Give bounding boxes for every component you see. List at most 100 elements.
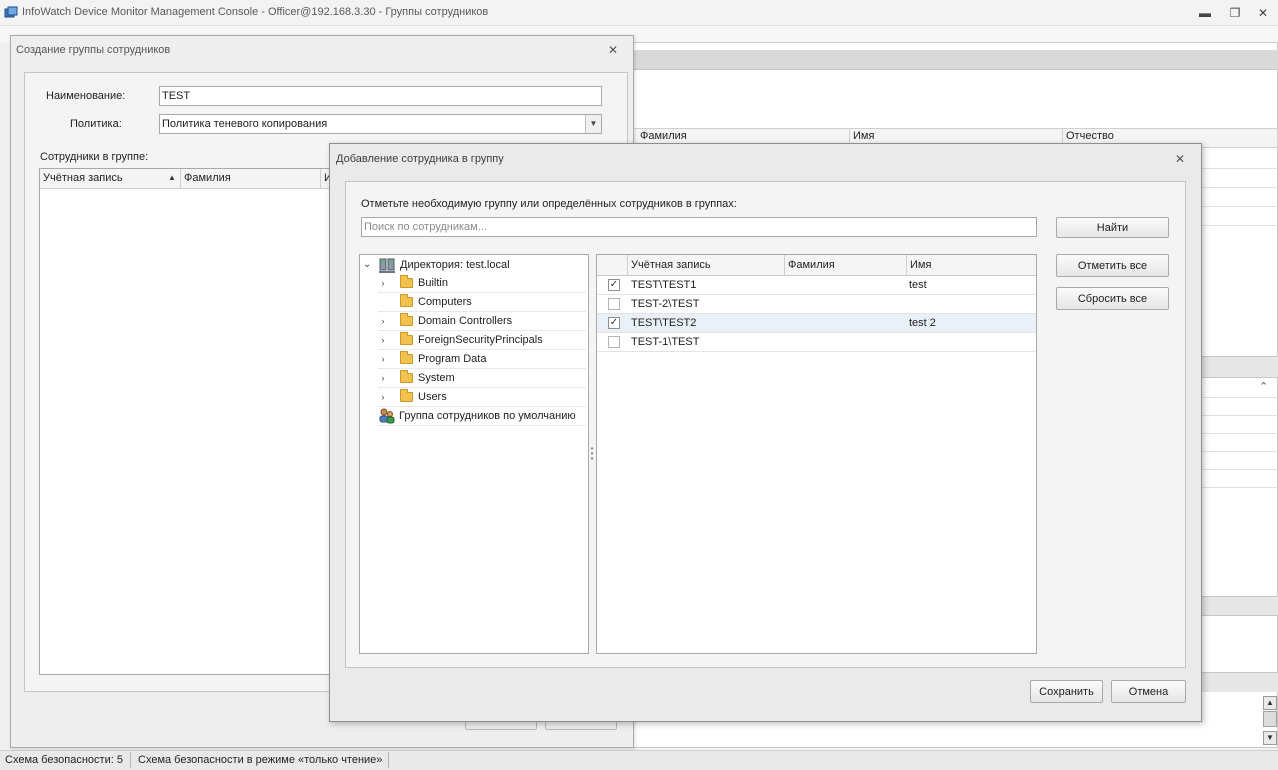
status-separator (388, 752, 389, 768)
bg-detail-row (1201, 397, 1278, 398)
employee-firstname: test 2 (909, 317, 936, 329)
folder-icon (400, 351, 413, 364)
tree-item-foreign-security-principals[interactable]: › ForeignSecurityPrincipals (378, 331, 586, 350)
employee-row[interactable]: ✓ TEST\TEST1 test (597, 276, 1036, 295)
bg-grid-row (1201, 206, 1278, 207)
collapse-icon[interactable]: ⌃ (1259, 380, 1268, 393)
members-column-lastname[interactable]: Фамилия (184, 172, 231, 184)
collapsed-arrow-icon[interactable]: › (378, 335, 388, 345)
minimize-icon[interactable]: ▬ (1196, 5, 1214, 21)
bg-column-firstname[interactable]: Имя (853, 130, 874, 142)
tree-item-label: Program Data (418, 353, 487, 365)
user-group-icon (379, 408, 395, 424)
tree-item-computers[interactable]: Computers (378, 293, 586, 312)
bg-column-middlename[interactable]: Отчество (1066, 130, 1114, 142)
instruction-label: Отметьте необходимую группу или определё… (361, 198, 737, 210)
grid-column-account[interactable]: Учётная запись (628, 255, 711, 276)
scrollbar-thumb[interactable] (1263, 711, 1277, 727)
folder-icon (400, 332, 413, 345)
tree-item-domain-controllers[interactable]: › Domain Controllers (378, 312, 586, 331)
status-readonly-mode: Схема безопасности в режиме «только чтен… (138, 754, 383, 766)
employee-account: TEST\TEST2 (631, 317, 697, 329)
employee-checkbox[interactable]: ✓ (608, 317, 620, 329)
status-separator (130, 752, 131, 768)
tree-root-directory[interactable]: Директория: test.local (400, 259, 510, 271)
bg-detail-row (1201, 469, 1278, 470)
column-divider (320, 169, 321, 189)
group-name-input[interactable]: TEST (159, 86, 602, 106)
app-logo-icon (4, 6, 18, 18)
employee-account: TEST-1\TEST (631, 336, 700, 348)
chevron-down-icon[interactable]: ▼ (585, 115, 601, 133)
name-label: Наименование: (46, 90, 126, 102)
bg-grid-row (1201, 168, 1278, 169)
tree-item-builtin[interactable]: › Builtin (378, 274, 586, 293)
employee-search-input[interactable]: Поиск по сотрудникам... (361, 217, 1037, 237)
tree-item-default-group[interactable]: Группа сотрудников по умолчанию (378, 407, 586, 426)
employee-row[interactable]: ✓ TEST\TEST2 test 2 (597, 314, 1036, 333)
bg-detail-panel-header (1201, 356, 1278, 378)
bg-panel-header (1201, 672, 1278, 692)
column-divider (180, 169, 181, 189)
save-button[interactable]: Сохранить (1030, 680, 1103, 703)
policy-select[interactable]: Политика теневого копирования (159, 114, 602, 134)
employee-checkbox[interactable] (608, 298, 620, 310)
collapsed-arrow-icon[interactable]: › (378, 316, 388, 326)
close-icon[interactable]: ✕ (1254, 5, 1272, 21)
bg-grid-row (1201, 187, 1278, 188)
folder-icon (400, 370, 413, 383)
folder-icon (400, 294, 413, 307)
check-all-button[interactable]: Отметить все (1056, 254, 1169, 277)
collapsed-arrow-icon[interactable]: › (378, 354, 388, 364)
collapsed-arrow-icon[interactable]: › (378, 278, 388, 288)
bg-detail-row (1201, 433, 1278, 434)
bg-detail-row (1201, 415, 1278, 416)
folder-icon (400, 275, 413, 288)
expand-arrow-icon[interactable]: ⌄ (363, 259, 371, 270)
bg-column-lastname[interactable]: Фамилия (640, 130, 687, 142)
scroll-down-icon[interactable]: ▼ (1263, 731, 1277, 745)
employee-account: TEST\TEST1 (631, 279, 697, 291)
bg-detail-row (1201, 451, 1278, 452)
grid-column-firstname[interactable]: Имя (907, 255, 931, 276)
cancel-button[interactable]: Отмена (1111, 680, 1186, 703)
collapsed-arrow-icon[interactable]: › (378, 392, 388, 402)
employee-checkbox[interactable] (608, 336, 620, 348)
folder-icon (400, 389, 413, 402)
panel-splitter-handle[interactable]: • • • (590, 445, 594, 463)
main-toolbar-strip (633, 50, 1278, 70)
employee-row[interactable]: TEST-1\TEST (597, 333, 1036, 352)
sort-ascending-icon: ▲ (168, 173, 176, 182)
employee-account: TEST-2\TEST (631, 298, 700, 310)
grid-column-lastname[interactable]: Фамилия (785, 255, 835, 276)
tree-item-label: Группа сотрудников по умолчанию (399, 410, 576, 422)
reset-all-button[interactable]: Сбросить все (1056, 287, 1169, 310)
members-list[interactable] (39, 168, 339, 675)
restore-icon[interactable]: ❐ (1226, 5, 1244, 21)
find-button[interactable]: Найти (1056, 217, 1169, 238)
create-group-dialog-title: Создание группы сотрудников (16, 44, 171, 56)
employee-checkbox[interactable]: ✓ (608, 279, 620, 291)
tree-item-label: ForeignSecurityPrincipals (418, 334, 543, 346)
status-schema: Схема безопасности: 5 (5, 754, 123, 766)
bg-grid-row (1201, 225, 1278, 226)
create-dialog-close-icon[interactable]: ✕ (606, 43, 620, 57)
tree-item-program-data[interactable]: › Program Data (378, 350, 586, 369)
add-dialog-close-icon[interactable]: ✕ (1173, 152, 1187, 166)
scroll-up-icon[interactable]: ▲ (1263, 696, 1277, 710)
tree-item-label: System (418, 372, 455, 384)
tree-item-users[interactable]: › Users (378, 388, 586, 407)
tree-item-label: Computers (418, 296, 472, 308)
tree-item-system[interactable]: › System (378, 369, 586, 388)
tree-item-label: Builtin (418, 277, 448, 289)
folder-icon (400, 313, 413, 326)
employee-firstname: test (909, 279, 927, 291)
add-employee-dialog-title: Добавление сотрудника в группу (336, 153, 504, 165)
employee-row[interactable]: TEST-2\TEST (597, 295, 1036, 314)
bg-detail-row (1201, 487, 1278, 488)
members-column-account[interactable]: Учётная запись (43, 172, 123, 184)
app-title: InfoWatch Device Monitor Management Cons… (22, 6, 489, 18)
members-label: Сотрудники в группе: (40, 151, 149, 163)
collapsed-arrow-icon[interactable]: › (378, 373, 388, 383)
bg-panel-header (1201, 596, 1278, 616)
